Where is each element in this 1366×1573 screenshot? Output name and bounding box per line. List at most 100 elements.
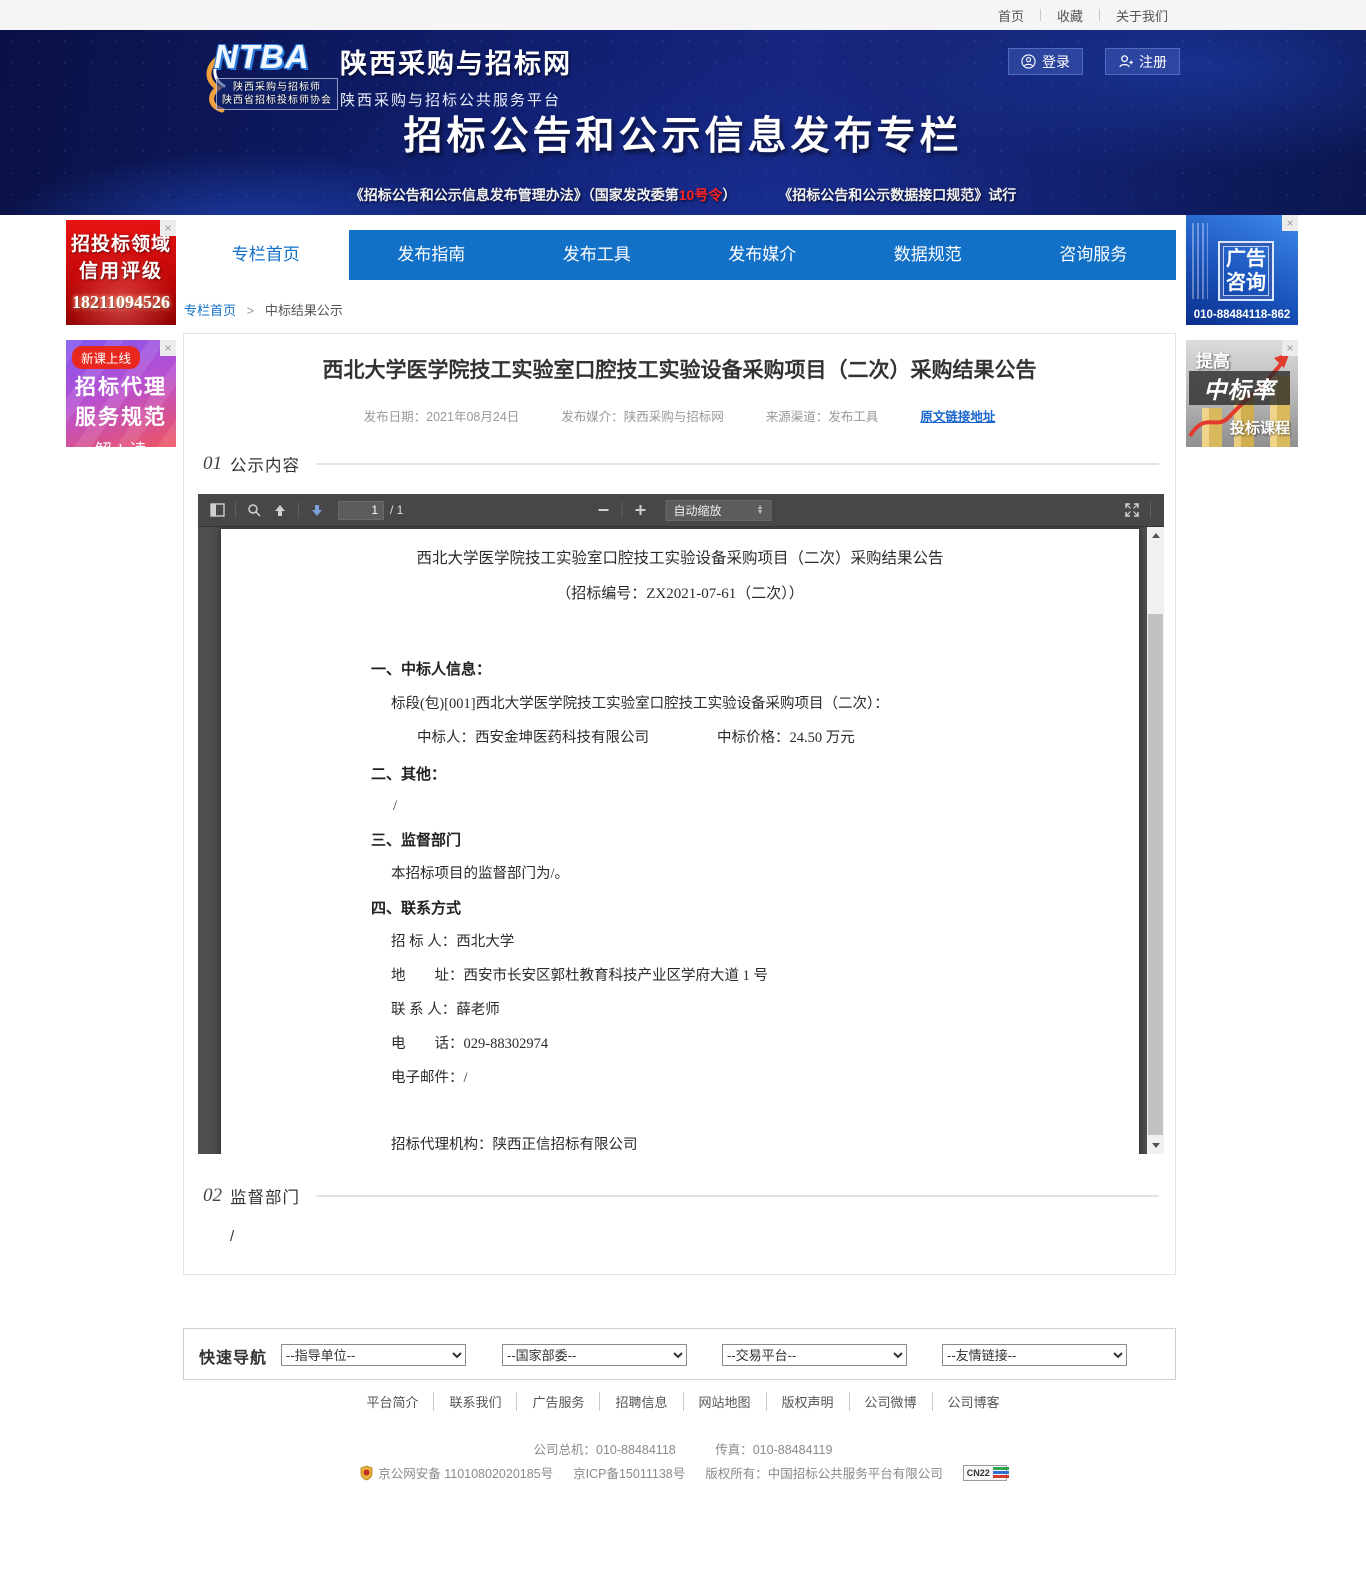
search-icon[interactable] (241, 498, 267, 523)
banner-title: 招标公告和公示信息发布专栏 (0, 105, 1366, 161)
doc-winner-line: 中标人：西安金坤医药科技有限公司中标价格：24.50 万元 (417, 728, 1139, 749)
pdf-viewer: / 1 自动缩放 ▲▼ (198, 494, 1164, 1154)
row-value: 薛老师 (456, 1002, 500, 1018)
doc-agency-line: 招标代理机构：陕西正信招标有限公司 (391, 1135, 1139, 1154)
nav-tab-publish-guide[interactable]: 发布指南 (349, 230, 515, 280)
footer: 平台简介 联系我们 广告服务 招聘信息 网站地图 版权声明 公司微博 公司博客 … (0, 1392, 1366, 1482)
ad-advertising-consult[interactable]: × 广告 咨询 010-88484118-862 (1186, 215, 1298, 325)
topbar-link-home[interactable]: 首页 (982, 6, 1040, 25)
close-icon[interactable]: × (1282, 215, 1298, 231)
site-title: 陕西采购与招标网 陕西采购与招标公共服务平台 (340, 42, 572, 110)
select-trade-platform[interactable]: --交易平台-- (722, 1344, 907, 1366)
pdf-scrollbar[interactable] (1147, 527, 1164, 1154)
footer-link[interactable]: 广告服务 (517, 1392, 600, 1411)
zoom-mode-label: 自动缩放 (674, 502, 722, 519)
footer-link[interactable]: 版权声明 (767, 1392, 850, 1411)
row-value: 西安市长安区郭杜教育科技产业区学府大道 1 号 (464, 968, 769, 984)
footer-link[interactable]: 公司微博 (850, 1392, 933, 1411)
register-icon (1118, 54, 1133, 69)
page-total: / 1 (390, 503, 403, 517)
zoom-out-icon[interactable] (591, 498, 617, 523)
close-icon[interactable]: × (160, 220, 176, 236)
topbar-link-about[interactable]: 关于我们 (1100, 6, 1184, 25)
ad-text: 投标课程 (1230, 417, 1290, 438)
breadcrumb-home[interactable]: 专栏首页 (184, 303, 236, 318)
footer-link[interactable]: 联系我们 (434, 1392, 517, 1411)
ad-agency-course[interactable]: × 新课上线 招标代理 服务规范 解 | 读 (66, 340, 176, 447)
page-down-icon[interactable] (304, 498, 330, 523)
topbar-links: 首页 收藏 关于我们 (982, 0, 1184, 30)
banner-subtitle: 《招标公告和公示信息发布管理办法》（国家发改委第10号令） 《招标公告和公示数据… (0, 185, 1366, 205)
zoom-in-icon[interactable] (628, 498, 654, 523)
ad-text: 解 | 读 (66, 436, 176, 447)
ad-text: 信用评级 (66, 256, 176, 283)
footer-link[interactable]: 招聘信息 (600, 1392, 683, 1411)
row-label: 联 系 人： (391, 1002, 456, 1018)
origin-link[interactable]: 原文链接地址 (920, 406, 995, 425)
ad-text: 广告 (1226, 247, 1266, 271)
scroll-up-icon[interactable] (1147, 527, 1164, 544)
page-up-icon[interactable] (267, 498, 293, 523)
zoom-mode-select[interactable]: 自动缩放 ▲▼ (666, 500, 772, 521)
topbar-link-favorite[interactable]: 收藏 (1041, 6, 1099, 25)
cn22-stripes (993, 1467, 1009, 1478)
topbar: 首页 收藏 关于我们 (0, 0, 1366, 30)
site-logo[interactable]: NTBA 陕西采购与招标师 陕西省招标投标师协会 (196, 36, 346, 116)
register-button[interactable]: 注册 (1105, 48, 1180, 75)
doc-heading-1: 一、中标人信息： (371, 659, 1139, 680)
footer-legal: 京公网安备 11010802020185号 京ICP备15011138号 版权所… (0, 1463, 1366, 1482)
nav-tab-publish-media[interactable]: 发布媒介 (680, 230, 846, 280)
banner-sub-red: 10号令 (679, 187, 723, 203)
nav-tab-publish-tool[interactable]: 发布工具 (514, 230, 680, 280)
login-button[interactable]: 登录 (1008, 48, 1083, 75)
pdf-body: 西北大学医学院技工实验室口腔技工实验设备采购项目（二次）采购结果公告 （招标编号… (198, 527, 1164, 1154)
row-label: 地 址： (391, 968, 464, 984)
article-meta: 发布日期：2021年08月24日 发布媒介：陕西采购与招标网 来源渠道：发布工具… (184, 406, 1175, 425)
row-value: / (464, 1070, 468, 1086)
divider (316, 1195, 1159, 1197)
doc-heading-4: 四、联系方式 (371, 898, 1139, 919)
page-number-input[interactable] (338, 501, 384, 520)
public-security-record: 京公网安备 11010802020185号 (378, 1463, 553, 1482)
nav-tab-consult-service[interactable]: 咨询服务 (1011, 230, 1177, 280)
fullscreen-icon[interactable] (1119, 498, 1145, 523)
footer-link[interactable]: 公司博客 (933, 1392, 1015, 1411)
section-1-heading: 01 公示内容 (203, 452, 1159, 476)
doc-contact-row: 招 标 人：西北大学 (391, 932, 1139, 953)
ad-frame: 广告 咨询 (1218, 241, 1274, 301)
agency-value: 陕西正信招标有限公司 (493, 1137, 638, 1153)
ad-phone: 18211094526 (66, 292, 176, 313)
doc-contact-row: 联 系 人：薛老师 (391, 1000, 1139, 1021)
section-number: 01 (203, 453, 222, 475)
doc-contact-row: 地 址：西安市长安区郭杜教育科技产业区学府大道 1 号 (391, 966, 1139, 987)
footer-contact: 公司总机：010-88484118 传真：010-88484119 (0, 1439, 1366, 1458)
banner-sub-close: ） (722, 187, 736, 203)
footer-link[interactable]: 平台简介 (351, 1392, 434, 1411)
footer-link[interactable]: 网站地图 (684, 1392, 767, 1411)
icp-record[interactable]: 京ICP备15011138号 (573, 1463, 685, 1482)
cn22-label: CN22 (967, 1468, 990, 1478)
ad-badge: 新课上线 (72, 346, 140, 369)
sidebar-toggle-icon[interactable] (204, 498, 230, 523)
divider (298, 502, 299, 518)
price-label: 中标价格： (717, 730, 790, 746)
close-icon[interactable]: × (1282, 340, 1298, 356)
breadcrumb: 专栏首页 > 中标结果公示 (184, 300, 343, 319)
company-fax: 传真：010-88484119 (715, 1443, 832, 1457)
scrollbar-thumb[interactable] (1148, 614, 1163, 1135)
footer-links: 平台简介 联系我们 广告服务 招聘信息 网站地图 版权声明 公司微博 公司博客 (0, 1392, 1366, 1411)
ad-band: 中标率 (1189, 371, 1290, 405)
ad-credit-rating[interactable]: × 招投标领域 信用评级 18211094526 (66, 220, 176, 325)
select-friend-links[interactable]: --友情链接-- (942, 1344, 1127, 1366)
register-label: 注册 (1139, 52, 1167, 72)
select-guide-unit[interactable]: --指导单位-- (281, 1344, 466, 1366)
banner-sub-part1: 《招标公告和公示信息发布管理办法》（国家发改委第 (350, 187, 679, 203)
select-ministry[interactable]: --国家部委-- (502, 1344, 687, 1366)
ad-bid-course[interactable]: × 提高 中标率 投标课程 (1186, 340, 1298, 447)
page: 首页 收藏 关于我们 NTBA 陕西采购与招标师 陕西省招标投标师协会 陕西采购… (0, 0, 1366, 1573)
nav-tab-data-standard[interactable]: 数据规范 (845, 230, 1011, 280)
scroll-down-icon[interactable] (1147, 1137, 1164, 1154)
divider (622, 502, 623, 518)
nav-tab-column-home[interactable]: 专栏首页 (183, 230, 349, 280)
close-icon[interactable]: × (160, 340, 176, 356)
